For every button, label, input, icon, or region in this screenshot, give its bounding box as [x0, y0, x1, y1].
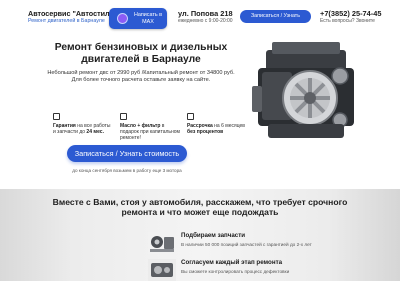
- max-button-label: Написать в MAX: [133, 12, 163, 25]
- feature-bold: 24 мес.: [86, 129, 104, 136]
- feature-bold: без процентов: [187, 129, 224, 136]
- item-text: Вы сможете контролировать процесс дефект…: [181, 269, 290, 274]
- site-header: Автосервис "Автостиль" Ремонт двигателей…: [0, 0, 400, 34]
- section-title: Вместе с Вами, стоя у автомобиля, расска…: [52, 197, 348, 217]
- features-list: Гарантия на все работы и запчасти до 24 …: [53, 113, 245, 143]
- max-messenger-button[interactable]: Написать в MAX: [109, 8, 167, 29]
- working-hours: ежедневно с 9:00-20:00: [178, 18, 233, 24]
- logo-subtitle: Ремонт двигателей в Барнауле: [28, 18, 105, 24]
- inspection-section: Вместе с Вами, стоя у автомобиля, расска…: [0, 189, 400, 281]
- parts-photo: [148, 232, 176, 254]
- cta-note: до конца сентября возьмем в работу еще 3…: [72, 168, 182, 173]
- oil-can-icon: [120, 113, 127, 120]
- header-signup-button[interactable]: Записаться / Узнать стоимость: [240, 10, 311, 32]
- hero-title: Ремонт бензиновых и дизельных двигателей…: [54, 42, 228, 65]
- repair-photo: [148, 259, 176, 281]
- feature-lead: Масло + фильтр: [120, 123, 161, 129]
- hero-cta-button[interactable]: Записаться / Узнать стоимость: [67, 145, 187, 162]
- item-title: Согласуем каждый этап ремонта: [181, 259, 283, 266]
- address: ул. Попова 218: [178, 9, 233, 18]
- item-title: Подбираем запчасти: [181, 232, 246, 239]
- shield-icon: [53, 113, 60, 120]
- call-prompt: Есть вопросы? Звоните: [320, 18, 375, 24]
- feature-lead: Гарантия: [53, 123, 76, 129]
- hero-description: Небольшой ремонт двс от 2990 руб /Капита…: [47, 70, 235, 84]
- item-text: В наличии 50 000 позиций запчастей с гар…: [181, 242, 312, 247]
- wallet-icon: [187, 113, 194, 120]
- logo-title[interactable]: Автосервис "Автостиль": [28, 9, 117, 18]
- max-messenger-icon: [117, 13, 128, 24]
- phone-number[interactable]: +7(3852) 25-74-45: [320, 9, 381, 18]
- engine-image: [252, 42, 354, 138]
